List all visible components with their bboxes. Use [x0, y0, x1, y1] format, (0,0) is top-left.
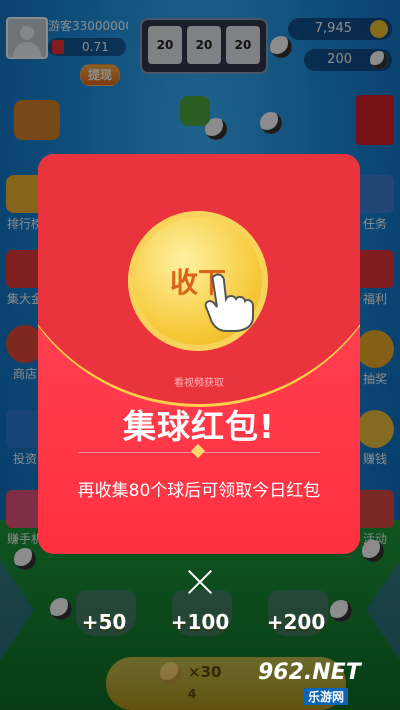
bonus-50: +50 — [81, 610, 127, 634]
popup-title: 集球红包! — [122, 407, 276, 446]
bonus-200: +200 — [266, 610, 326, 634]
watermark-logo: 962.NET — [258, 660, 361, 685]
pointing-hand-icon — [204, 273, 254, 332]
video-tip[interactable]: 看视频获取 — [38, 374, 360, 389]
watermark-text: 乐游网 — [304, 688, 349, 705]
watermark: 962.NET 乐游网 — [258, 656, 396, 706]
bonus-100: +100 — [170, 610, 230, 634]
close-icon[interactable] — [184, 566, 216, 598]
red-packet-popup: 收下 看视频获取 集球红包! 再收集80个球后可领取今日红包 — [38, 154, 360, 554]
popup-subtitle: 再收集80个球后可领取今日红包 — [77, 481, 321, 501]
